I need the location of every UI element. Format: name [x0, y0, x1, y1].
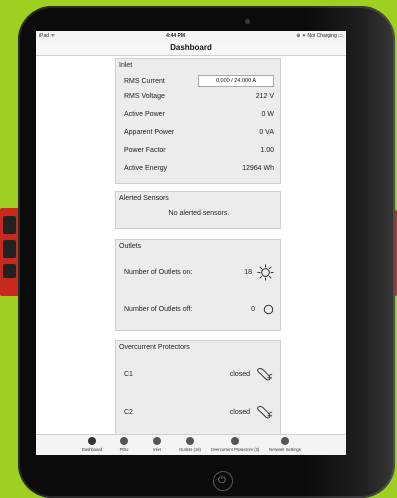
breaker-icon: [257, 406, 273, 419]
inlet-label: RMS Current: [124, 77, 165, 85]
tab-bar: Dashboard PDU Inlet Outlets (18) Overcur…: [36, 434, 346, 455]
overcurrent-panel: Overcurrent Protectors C1 closed C2 clos…: [115, 340, 281, 438]
alerted-sensors-row: No alerted sensors.: [124, 210, 274, 217]
inlet-value: 0 W: [261, 111, 274, 118]
inlet-value: 0 VA: [259, 129, 274, 136]
alerted-sensors-message: No alerted sensors.: [168, 210, 230, 217]
protector-status-group: closed: [230, 404, 274, 420]
status-right: ⊕ ✶ Not Charging ▭: [296, 33, 343, 39]
network-icon: [281, 437, 289, 445]
inlet-label: Apparent Power: [124, 129, 175, 136]
protector-name: C2: [124, 408, 133, 416]
outlets-on-group: 18: [244, 264, 274, 281]
socket-icon: [3, 264, 16, 278]
inlet-value: 212 V: [255, 93, 274, 100]
outlets-off-row[interactable]: Number of Outlets off: 0: [124, 304, 274, 315]
protector-status-group: closed: [230, 366, 274, 382]
inlet-value: 12964 Wh: [242, 165, 274, 172]
tab-label: Outlets (18): [179, 447, 201, 452]
app-screen: iPad ᯤ 4:44 PM ⊕ ✶ Not Charging ▭ Dashbo…: [36, 31, 346, 455]
protector-state: closed: [229, 370, 250, 378]
outlets-title: Outlets: [119, 243, 142, 250]
socket-icon: [3, 216, 16, 234]
tab-overcurrent-protectors[interactable]: Overcurrent Protectors (3): [210, 437, 260, 452]
outlets-off-group: 0: [251, 304, 274, 315]
status-time: 4:44 PM: [166, 33, 186, 39]
inlet-label: Active Energy: [124, 165, 168, 172]
power-strip-left: [0, 208, 20, 296]
overcurrent-icon: [231, 437, 239, 445]
tab-label: Network Settings: [269, 447, 301, 452]
power-icon: ⏻: [218, 475, 226, 486]
inlet-label: Active Power: [124, 111, 165, 118]
dashboard-icon: [88, 437, 96, 445]
socket-icon: [3, 240, 16, 258]
overcurrent-title: Overcurrent Protectors: [119, 344, 190, 351]
inlet-icon: [153, 437, 161, 445]
inlet-row: RMS Voltage 212 V: [124, 93, 274, 100]
outlets-off-value: 0: [251, 306, 255, 313]
outlets-panel: Outlets Number of Outlets on: 18 Number …: [115, 239, 281, 331]
status-bar: iPad ᯤ 4:44 PM ⊕ ✶ Not Charging ▭: [36, 31, 346, 41]
inlet-label: RMS Voltage: [124, 93, 165, 100]
inlet-value: 1.00: [260, 147, 274, 154]
status-carrier: iPad ᯤ: [39, 33, 55, 39]
dashboard-content[interactable]: Inlet RMS Current 0.000 / 24.000 A RMS V…: [36, 56, 346, 438]
home-button[interactable]: ⏻: [213, 471, 233, 491]
inlet-title: Inlet: [119, 62, 133, 69]
outlets-on-value: 18: [244, 269, 252, 276]
rms-current-field: 0.000 / 24.000 A: [198, 75, 274, 87]
outlets-off-label: Number of Outlets off:: [124, 306, 193, 313]
protector-name: C1: [124, 370, 133, 378]
outlets-on-label: Number of Outlets on:: [124, 269, 193, 276]
alerted-sensors-title: Alerted Sensors: [119, 195, 169, 202]
tab-network-settings[interactable]: Network Settings: [260, 437, 310, 452]
overcurrent-row[interactable]: C1 closed: [124, 366, 274, 382]
circle-icon: [263, 304, 274, 315]
sun-icon: [257, 264, 274, 281]
tab-label: Overcurrent Protectors (3): [210, 447, 260, 452]
breaker-icon: [257, 368, 273, 381]
inlet-panel: Inlet RMS Current 0.000 / 24.000 A RMS V…: [115, 58, 281, 184]
inlet-row: RMS Current 0.000 / 24.000 A: [124, 75, 274, 87]
inlet-label: Power Factor: [124, 147, 166, 154]
inlet-row: Apparent Power 0 VA: [124, 129, 274, 136]
overcurrent-row[interactable]: C2 closed: [124, 404, 274, 420]
tab-label: PDU: [119, 447, 129, 452]
inlet-row: Active Power 0 W: [124, 111, 274, 118]
tab-label: Inlet: [153, 447, 161, 452]
page-title: Dashboard: [36, 41, 346, 56]
alerted-sensors-panel: Alerted Sensors No alerted sensors.: [115, 191, 281, 229]
inlet-row: Power Factor 1.00: [124, 147, 274, 154]
protector-state: closed: [229, 408, 250, 416]
tab-outlets[interactable]: Outlets (18): [165, 437, 215, 452]
pdu-icon: [120, 437, 128, 445]
inlet-row: Active Energy 12964 Wh: [124, 165, 274, 172]
outlets-on-row[interactable]: Number of Outlets on: 18: [124, 264, 274, 281]
outlets-icon: [186, 437, 194, 445]
camera-icon: [245, 19, 250, 24]
